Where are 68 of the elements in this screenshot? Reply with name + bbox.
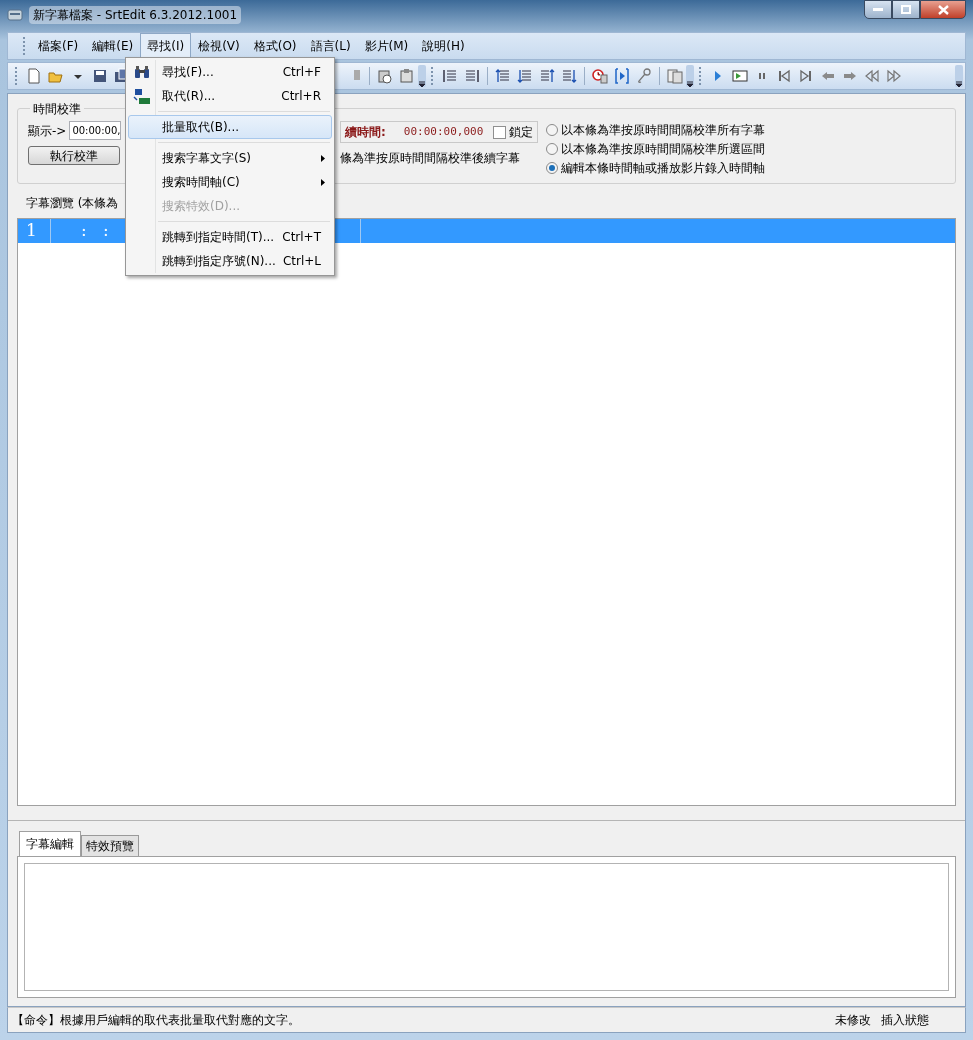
minimize-icon (873, 7, 883, 12)
menu-item[interactable]: 格式(O) (246, 33, 304, 59)
minimize-button[interactable] (864, 0, 892, 19)
menu-item[interactable]: 搜索字幕文字(S) (128, 146, 332, 170)
lock-checkbox[interactable] (493, 125, 506, 139)
radio-button[interactable] (546, 124, 558, 136)
window-title: 新字幕檔案 - SrtEdit 6.3.2012.1001 (29, 6, 242, 24)
app-icon (7, 8, 23, 22)
menu-item[interactable]: 檔案(F) (31, 33, 86, 59)
fast-forward-icon[interactable] (886, 68, 902, 84)
chevron-icon (687, 81, 693, 87)
modified-status: 未修改 (835, 1012, 872, 1029)
calibration-hint: 條為準按原時間間隔校準後續字幕 (340, 150, 521, 167)
menu-item[interactable]: 批量取代(B)... (128, 115, 332, 139)
outdent-icon[interactable] (464, 68, 480, 84)
menu-item[interactable]: 跳轉到指定序號(N)... Ctrl+L (128, 249, 332, 273)
sort-up-icon[interactable] (539, 68, 555, 84)
toolbar-overflow-button[interactable] (686, 65, 694, 87)
skip-start-icon[interactable] (776, 68, 792, 84)
clipboard-icon[interactable] (399, 68, 415, 84)
menu-item[interactable]: 說明(H) (415, 33, 472, 59)
new-file-icon[interactable] (26, 68, 42, 84)
toolbar-overflow-button[interactable] (418, 65, 426, 87)
menu-item[interactable]: 檢視(V) (191, 33, 247, 59)
menu-item[interactable]: 影片(M) (357, 33, 416, 59)
chevron-icon (419, 81, 425, 87)
rewind-icon[interactable] (864, 68, 880, 84)
duration-value: 00:00:00,000 (403, 123, 484, 140)
radio-button[interactable] (546, 162, 558, 174)
menu-item[interactable]: 尋找(I) (140, 33, 192, 59)
save-icon[interactable] (92, 68, 108, 84)
maximize-button[interactable] (892, 0, 920, 19)
lock-label: 鎖定 (509, 124, 533, 141)
move-down-icon[interactable] (517, 68, 533, 84)
mode-status: 插入狀態 (881, 1012, 930, 1029)
menu-item[interactable]: 取代(R)... Ctrl+R (128, 84, 332, 108)
duration-label: 續時間: (345, 124, 386, 141)
menu-item[interactable]: 語言(L) (303, 33, 358, 59)
option-label: 以本條為準按原時間間隔校準所有字幕 (561, 122, 765, 139)
menu-item[interactable]: 搜索時間軸(C) (128, 170, 332, 194)
option-label: 以本條為準按原時間間隔校準所選區間 (561, 141, 765, 158)
tab[interactable]: 特效預覽 (81, 835, 139, 856)
replace-icon (133, 87, 151, 105)
menu-item[interactable]: 編輯(E) (85, 33, 141, 59)
calibrate-button[interactable]: 執行校準 (28, 146, 120, 165)
sort-down-icon[interactable] (561, 68, 577, 84)
maximize-icon (901, 5, 911, 14)
chevron-icon (956, 81, 962, 87)
skip-end-icon[interactable] (798, 68, 814, 84)
indent-icon[interactable] (442, 68, 458, 84)
radio-button[interactable] (546, 143, 558, 155)
tab[interactable]: 字幕編輯 (19, 831, 81, 856)
close-button[interactable] (920, 0, 966, 19)
display-label: 顯示-> (28, 122, 67, 140)
close-icon (937, 4, 949, 15)
table-cell: 1 (18, 219, 51, 243)
clock-icon[interactable] (592, 68, 608, 84)
option-label: 編輯本條時間軸或播放影片錄入時間軸 (561, 160, 765, 177)
toolbar-overflow-button[interactable] (955, 65, 963, 87)
clipboard-clock-icon[interactable] (377, 68, 393, 84)
binoculars-icon (134, 65, 150, 79)
move-up-icon[interactable] (495, 68, 511, 84)
film-icon[interactable] (732, 68, 748, 84)
menu-item[interactable]: 尋找(F)... Ctrl+F (128, 60, 332, 84)
status-message: 【命令】根據用戶編輯的取代表批量取代對應的文字。 (12, 1012, 301, 1029)
display-field[interactable]: 00:00:00, (69, 121, 122, 140)
group-title: 時間校準 (30, 100, 84, 118)
play-bracket-icon[interactable] (614, 68, 630, 84)
